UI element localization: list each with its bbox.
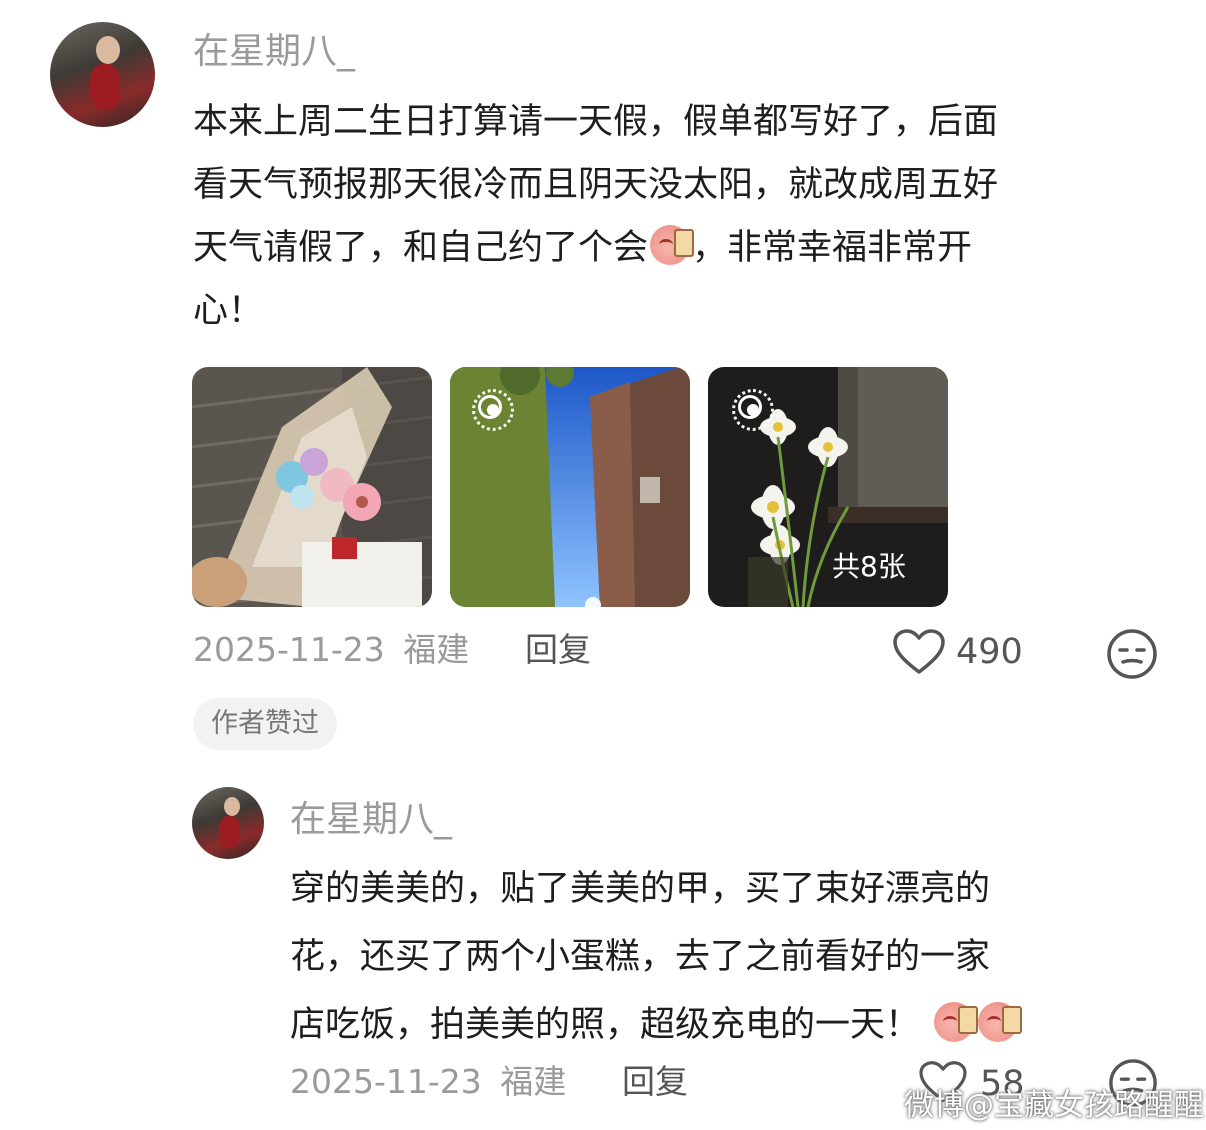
comment-username[interactable]: 在星期八_ (290, 796, 452, 844)
comment-meta: 2025-11-23 福建 (290, 1060, 566, 1104)
meh-face-icon (1107, 629, 1157, 679)
reaction-button[interactable] (1106, 628, 1158, 680)
comment-date: 2025-11-23 (290, 1062, 482, 1101)
comment-image-daisy[interactable]: 共8张 (708, 367, 948, 607)
like-count: 490 (956, 632, 1023, 672)
comment-line: 店吃饭，拍美美的照，超级充电的一天！ (290, 991, 1180, 1059)
live-photo-icon (472, 389, 514, 431)
live-photo-icon (732, 389, 774, 431)
comment-line: 心！ (193, 291, 264, 331)
watermark: 微博@宝藏女孩路醒醒 (904, 1088, 1204, 1123)
author-liked-badge: 作者赞过 (193, 698, 337, 750)
peach-emoji-icon (650, 225, 695, 265)
comment-line: 天气请假了，和自己约了个会 ，非常幸福非常开 (193, 217, 1183, 280)
comment-line: 花，还买了两个小蛋糕，去了之前看好的一家 (290, 937, 991, 977)
comment-meta: 2025-11-23 福建 (193, 628, 469, 672)
comment-date: 2025-11-23 (193, 630, 385, 669)
reply-button[interactable]: 回复 (622, 1060, 688, 1104)
heart-outline-icon (893, 629, 945, 674)
avatar[interactable] (192, 787, 264, 859)
comment-line: 本来上周二生日打算请一天假，假单都写好了，后面 (193, 102, 999, 142)
comment-username[interactable]: 在星期八_ (193, 28, 355, 76)
comment-location: 福建 (403, 630, 470, 669)
comment-line: 穿的美美的，贴了美美的甲，买了束好漂亮的 (290, 869, 991, 909)
comment-line: 看天气预报那天很冷而且阴天没太阳，就改成周五好 (193, 165, 999, 205)
bouquet-photo (192, 367, 432, 607)
peach-emoji-icon (978, 1002, 1023, 1042)
image-count-badge: 共8张 (832, 550, 906, 583)
comment-text: 穿的美美的，贴了美美的甲，买了束好漂亮的 花，还买了两个小蛋糕，去了之前看好的一… (290, 855, 1180, 1059)
comment-image-sky[interactable] (450, 367, 690, 607)
reply-button[interactable]: 回复 (525, 628, 591, 672)
peach-emoji-icon (934, 1002, 979, 1042)
comment-text: 本来上周二生日打算请一天假，假单都写好了，后面 看天气预报那天很冷而且阴天没太阳… (193, 91, 1183, 343)
avatar[interactable] (50, 22, 155, 127)
comment-image-bouquet[interactable] (192, 367, 432, 607)
comment-location: 福建 (500, 1062, 567, 1101)
